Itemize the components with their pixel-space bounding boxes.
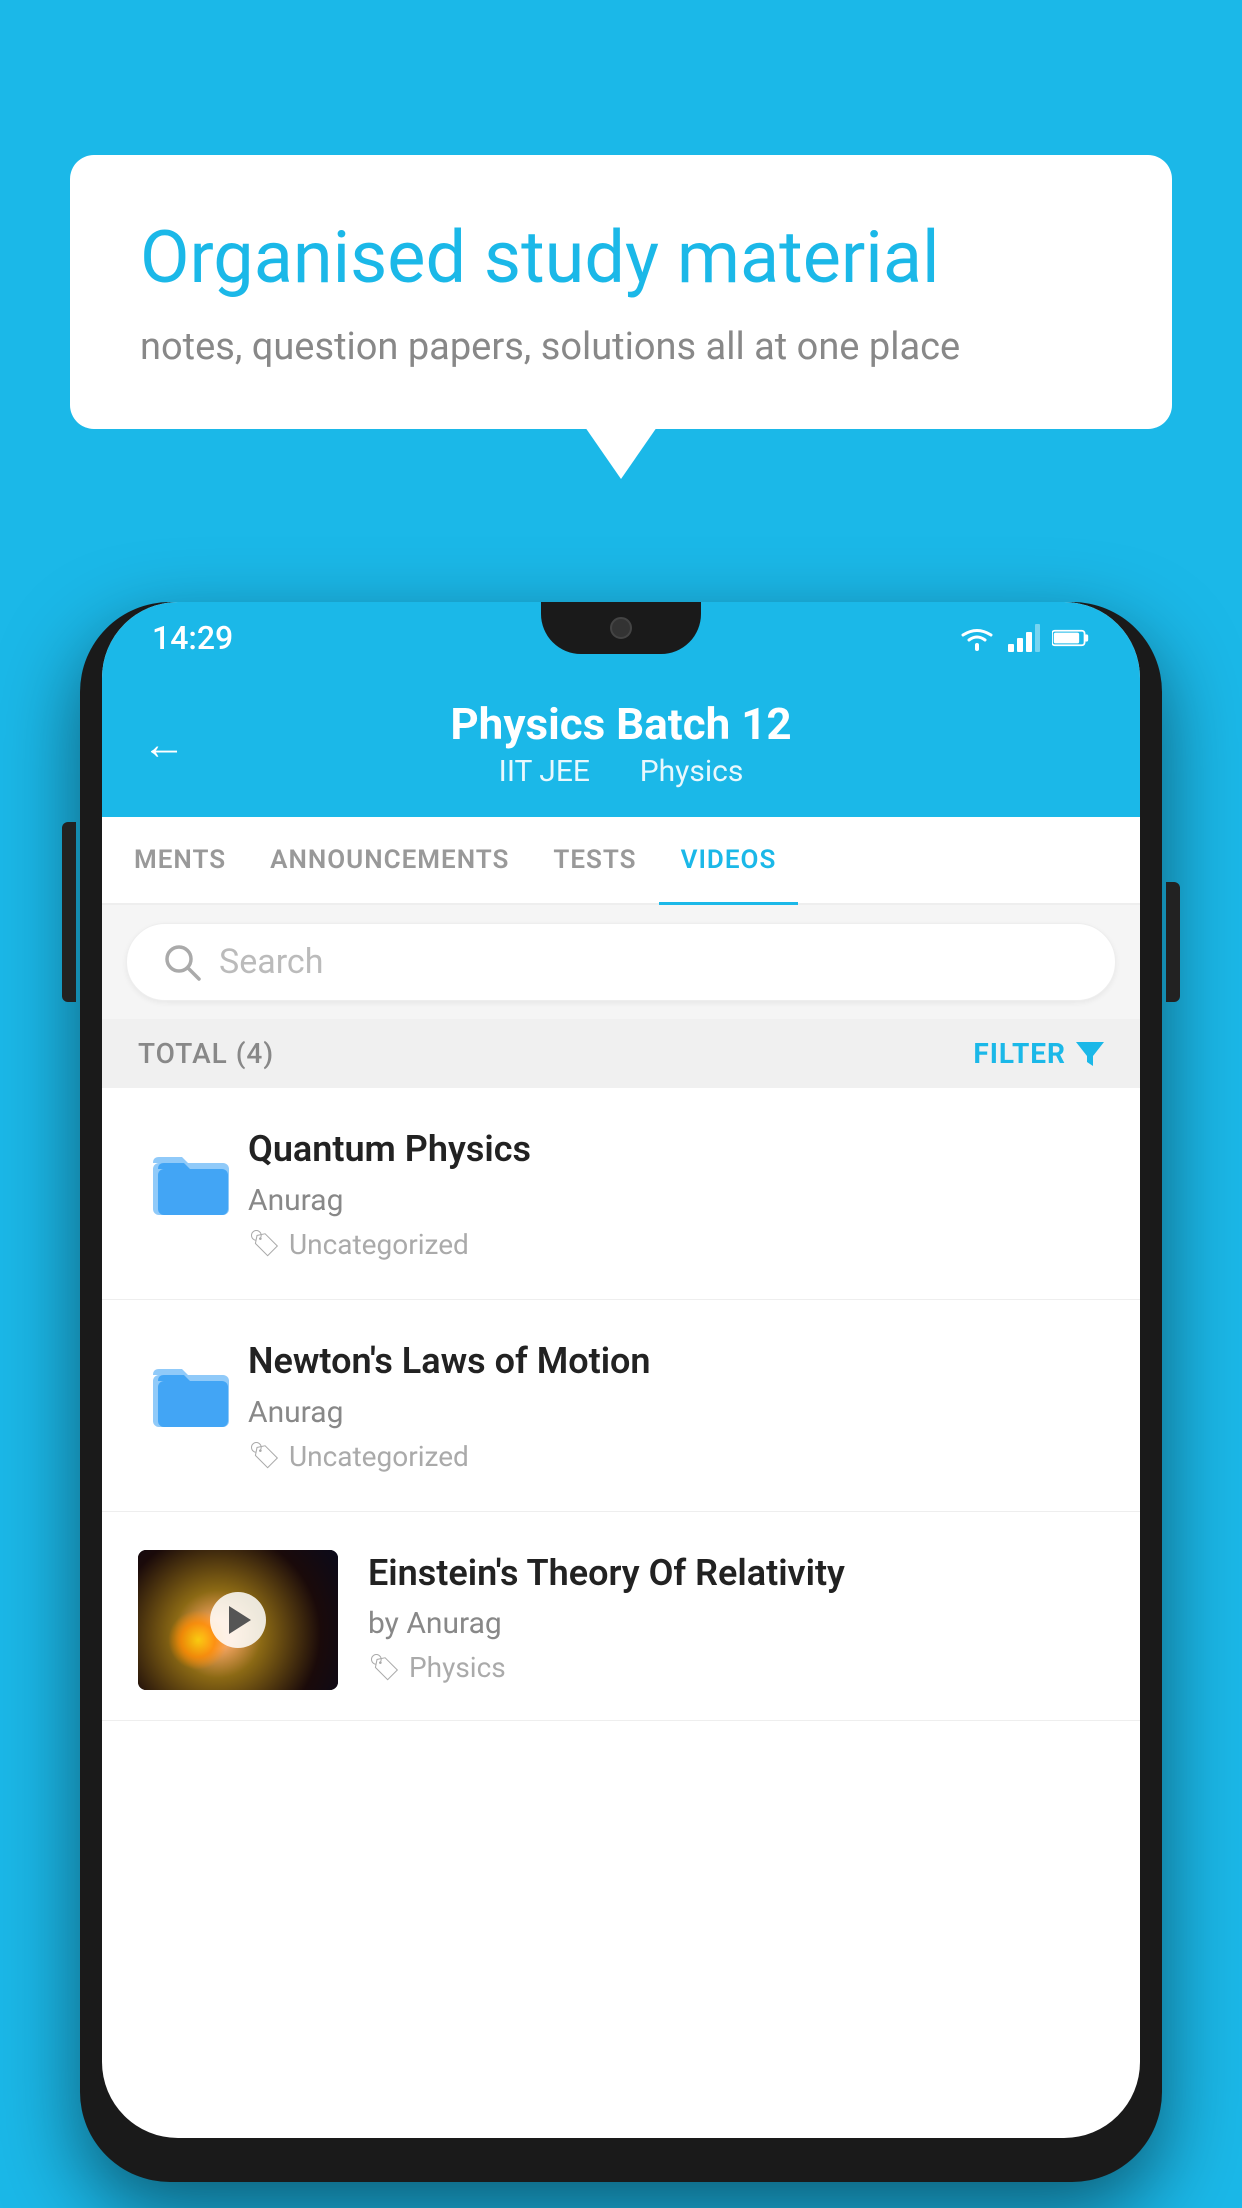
filter-bar: TOTAL (4) FILTER <box>102 1019 1140 1088</box>
tabs-bar: MENTS ANNOUNCEMENTS TESTS VIDEOS <box>102 817 1140 905</box>
status-bar: 14:29 <box>102 602 1140 674</box>
folder-icon-wrap <box>138 1338 248 1448</box>
tag-label: Physics <box>409 1651 506 1684</box>
phone-container: 14:29 <box>80 580 1162 2208</box>
bubble-title: Organised study material <box>140 215 1102 301</box>
search-input-placeholder: Search <box>219 942 323 982</box>
tab-ments[interactable]: MENTS <box>112 817 248 903</box>
video-thumbnail <box>138 1550 338 1690</box>
phone-screen: 14:29 <box>102 602 1140 2138</box>
tab-announcements[interactable]: ANNOUNCEMENTS <box>248 817 531 903</box>
tab-tests[interactable]: TESTS <box>531 817 658 903</box>
app-header: ← Physics Batch 12 IIT JEE Physics <box>102 674 1140 817</box>
filter-label: FILTER <box>973 1037 1066 1070</box>
tag-icon: 🏷 <box>248 1229 281 1259</box>
phone-frame: 14:29 <box>80 602 1162 2182</box>
search-bar[interactable]: Search <box>126 923 1116 1001</box>
filter-icon <box>1076 1042 1104 1066</box>
video-title: Einstein's Theory Of Relativity <box>368 1550 1104 1597</box>
tab-videos[interactable]: VIDEOS <box>659 817 799 903</box>
play-icon <box>229 1606 251 1634</box>
video-author: Anurag <box>248 1183 1104 1218</box>
header-subtitle-iit: IIT JEE <box>499 754 590 789</box>
wifi-icon <box>958 623 996 653</box>
header-subtitle-physics: Physics <box>640 754 744 789</box>
header-title: Physics Batch 12 <box>216 698 1026 750</box>
search-icon <box>163 943 201 981</box>
total-count: TOTAL (4) <box>138 1037 274 1070</box>
video-tag: 🏷 Uncategorized <box>248 1228 1104 1261</box>
signal-icon <box>1008 624 1040 652</box>
header-center: Physics Batch 12 IIT JEE Physics <box>216 698 1026 789</box>
video-tag: 🏷 Physics <box>368 1651 1104 1684</box>
video-title: Newton's Laws of Motion <box>248 1338 1104 1385</box>
notch <box>541 602 701 654</box>
video-author: Anurag <box>248 1395 1104 1430</box>
tag-label: Uncategorized <box>289 1228 469 1261</box>
header-subtitle: IIT JEE Physics <box>216 754 1026 789</box>
tag-icon: 🏷 <box>368 1653 401 1683</box>
video-title: Quantum Physics <box>248 1126 1104 1173</box>
list-item[interactable]: Einstein's Theory Of Relativity by Anura… <box>102 1512 1140 1721</box>
folder-icon <box>148 1141 238 1221</box>
list-item[interactable]: Quantum Physics Anurag 🏷 Uncategorized <box>102 1088 1140 1300</box>
video-list: Quantum Physics Anurag 🏷 Uncategorized <box>102 1088 1140 1721</box>
list-item[interactable]: Newton's Laws of Motion Anurag 🏷 Uncateg… <box>102 1300 1140 1512</box>
folder-icon-wrap <box>138 1126 248 1236</box>
bubble-subtitle: notes, question papers, solutions all at… <box>140 325 1102 369</box>
status-icons <box>958 623 1090 653</box>
video-info: Newton's Laws of Motion Anurag 🏷 Uncateg… <box>248 1338 1104 1473</box>
video-info: Quantum Physics Anurag 🏷 Uncategorized <box>248 1126 1104 1261</box>
tag-label: Uncategorized <box>289 1440 469 1473</box>
camera <box>610 617 632 639</box>
search-bar-section: Search <box>102 905 1140 1019</box>
tag-icon: 🏷 <box>248 1441 281 1471</box>
folder-icon <box>148 1353 238 1433</box>
filter-button[interactable]: FILTER <box>973 1037 1104 1070</box>
speech-bubble-section: Organised study material notes, question… <box>70 155 1172 429</box>
video-author: by Anurag <box>368 1606 1104 1641</box>
video-tag: 🏷 Uncategorized <box>248 1440 1104 1473</box>
speech-bubble: Organised study material notes, question… <box>70 155 1172 429</box>
battery-icon <box>1052 627 1090 649</box>
status-time: 14:29 <box>152 619 233 657</box>
play-button[interactable] <box>210 1592 266 1648</box>
video-info: Einstein's Theory Of Relativity by Anura… <box>368 1550 1104 1685</box>
back-button[interactable]: ← <box>142 718 186 770</box>
